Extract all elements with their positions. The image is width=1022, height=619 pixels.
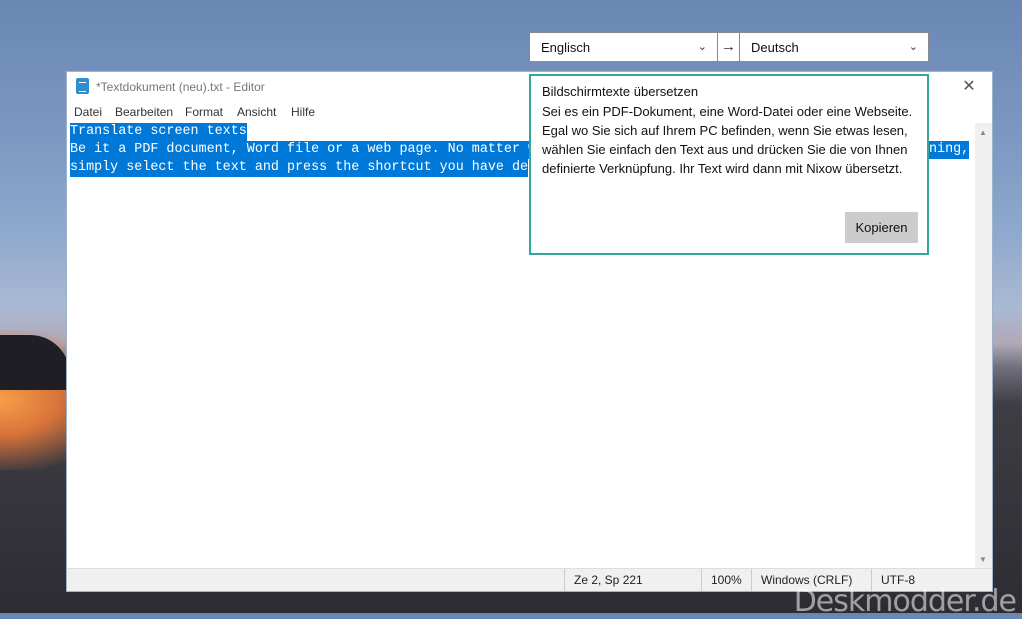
menu-datei[interactable]: Datei — [74, 105, 102, 119]
copy-button[interactable]: Kopieren — [845, 212, 918, 243]
status-divider — [564, 569, 565, 591]
source-language-select[interactable]: Englisch ⌄ — [529, 32, 718, 62]
scroll-down-icon[interactable]: ▼ — [979, 555, 987, 564]
status-divider — [701, 569, 702, 591]
text-line-2-tail: ning, — [929, 141, 970, 159]
source-language-label: Englisch — [541, 40, 591, 55]
menu-hilfe[interactable]: Hilfe — [291, 105, 315, 119]
status-divider — [751, 569, 752, 591]
close-button[interactable]: ✕ — [946, 72, 992, 102]
text-line-3: simply select the text and press the sho… — [70, 159, 529, 177]
arrow-right-icon: → — [718, 32, 739, 62]
translation-panel: Bildschirmtexte übersetzen Sei es ein PD… — [529, 74, 929, 255]
notepad-icon — [76, 78, 89, 94]
text-line-2: Be it a PDF document, Word file or a web… — [70, 141, 537, 159]
menu-bearbeiten[interactable]: Bearbeiten — [115, 105, 173, 119]
scroll-up-icon[interactable]: ▲ — [979, 128, 987, 137]
target-language-label: Deutsch — [751, 40, 799, 55]
chevron-down-icon: ⌄ — [908, 41, 918, 53]
translation-title: Bildschirmtexte übersetzen — [542, 84, 699, 99]
menu-ansicht[interactable]: Ansicht — [237, 105, 276, 119]
vertical-scrollbar[interactable]: ▲ ▼ — [975, 123, 992, 569]
chevron-down-icon: ⌄ — [697, 41, 707, 53]
menu-format[interactable]: Format — [185, 105, 223, 119]
text-line-1: Translate screen texts — [70, 123, 247, 141]
target-language-select[interactable]: Deutsch ⌄ — [739, 32, 929, 62]
window-title: *Textdokument (neu).txt - Editor — [96, 80, 265, 94]
status-position: Ze 2, Sp 221 — [574, 573, 643, 587]
translation-text: Sei es ein PDF-Dokument, eine Word-Datei… — [542, 104, 913, 176]
status-zoom: 100% — [711, 573, 742, 587]
watermark-logo: Deskmodder.de — [793, 584, 1017, 619]
